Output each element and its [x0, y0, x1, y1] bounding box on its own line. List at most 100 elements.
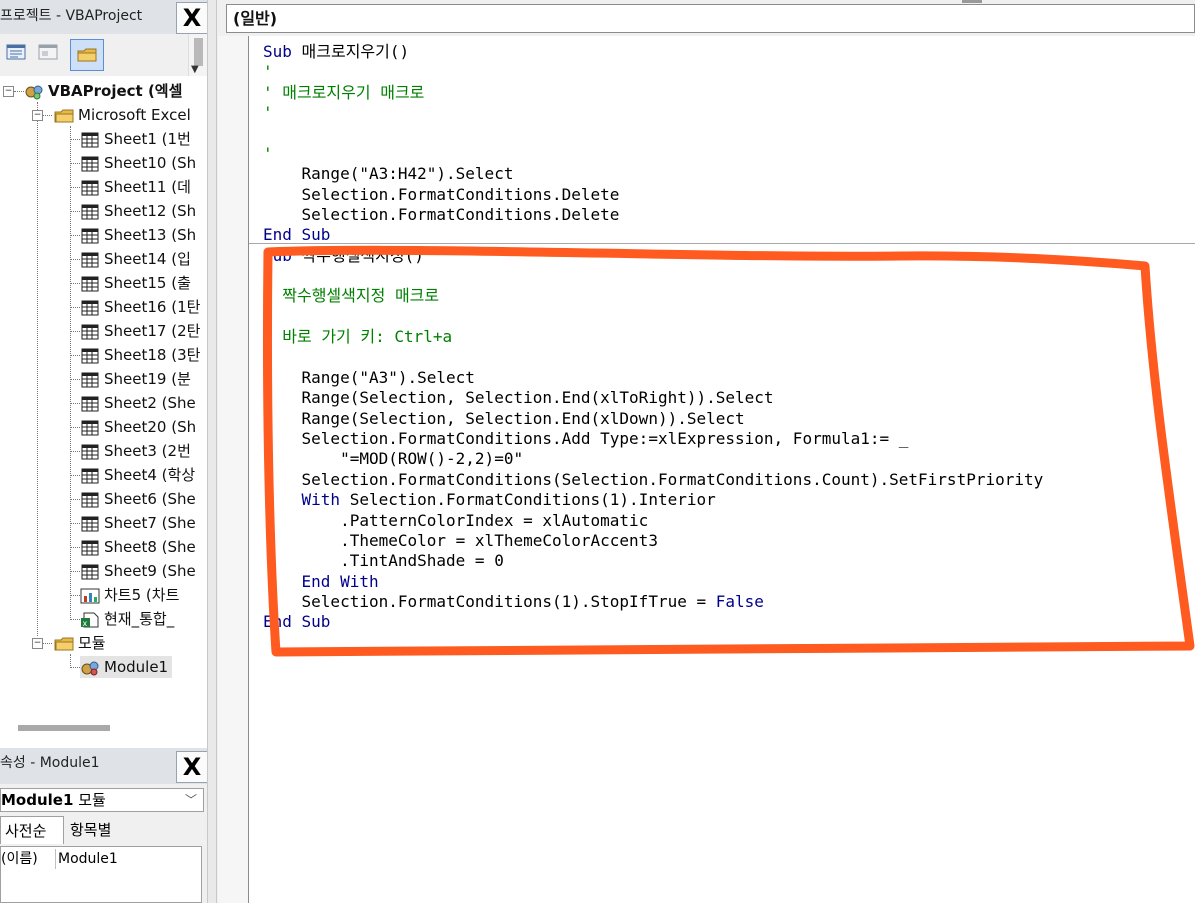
scroll-thumb[interactable] [194, 38, 203, 66]
property-row[interactable]: (이름) Module1 [1, 849, 118, 869]
project-explorer-close-button[interactable]: X [176, 2, 208, 34]
code-line[interactable]: Range(Selection, Selection.End(xlDown)).… [263, 409, 745, 429]
view-object-icon[interactable] [38, 44, 58, 60]
code-line[interactable]: ' [263, 144, 273, 164]
code-line[interactable]: Selection.FormatConditions(1).StopIfTrue… [263, 592, 764, 612]
view-code-icon[interactable] [6, 44, 26, 60]
code-line[interactable]: End Sub [263, 225, 330, 245]
tree-node-sheet[interactable]: Sheet7 (She [80, 512, 196, 534]
tree-node-chart[interactable]: 차트5 (차트 [80, 584, 179, 606]
code-text: Range("A3").Select [263, 368, 475, 387]
code-line[interactable]: Selection.FormatConditions.Delete [263, 185, 620, 205]
worksheet-icon [81, 468, 99, 483]
chevron-down-icon: ﹀ [184, 793, 197, 807]
code-line[interactable]: "=MOD(ROW()-2,2)=0" [263, 449, 523, 469]
tree-node-sheet[interactable]: Sheet4 (학상 [80, 464, 195, 486]
worksheet-icon [81, 396, 99, 411]
tree-guide-line [70, 499, 80, 500]
tree-node-sheet[interactable]: Sheet15 (출 [80, 272, 191, 294]
tree-node-vbaproject[interactable]: VBAProject (엑셀 [24, 80, 182, 102]
tree-node-sheet[interactable]: Sheet1 (1번 [80, 128, 191, 150]
code-text: Range("A3:H42").Select [263, 164, 514, 183]
code-line[interactable]: Selection.FormatConditions.Add Type:=xlE… [263, 429, 909, 449]
code-comment: ' 매크로지우기 매크로 [263, 83, 425, 102]
tree-guide-line [70, 667, 80, 668]
code-line[interactable]: .PatternColorIndex = xlAutomatic [263, 511, 648, 531]
tree-guide-line [70, 654, 71, 668]
code-text: Selection.FormatConditions.Delete [263, 185, 620, 204]
tree-node-sheet[interactable]: Sheet3 (2번 [80, 440, 191, 462]
code-line[interactable]: ' [263, 348, 273, 368]
code-line[interactable]: Range(Selection, Selection.End(xlToRight… [263, 388, 774, 408]
tree-node-module1[interactable]: Module1 [80, 656, 173, 678]
tree-node-sheet[interactable]: Sheet2 (She [80, 392, 196, 414]
object-combo[interactable]: (일반) [226, 4, 1195, 33]
code-line[interactable]: ' [263, 103, 273, 123]
tree-node-modules-folder[interactable]: 모듈 [54, 632, 106, 654]
workbook-icon: x [81, 612, 99, 628]
code-line[interactable]: ' [263, 307, 273, 327]
code-line[interactable]: ' [263, 62, 273, 82]
code-line[interactable]: ' 짝수행셀색지정 매크로 [263, 286, 439, 306]
code-line[interactable]: Sub 매크로지우기() [263, 42, 409, 62]
code-line[interactable]: Range("A3").Select [263, 368, 475, 388]
code-line[interactable]: .TintAndShade = 0 [263, 551, 504, 571]
tree-guide-line [70, 523, 80, 524]
panel-splitter[interactable] [207, 0, 217, 903]
tree-node-label: Sheet7 (She [104, 514, 196, 532]
collapse-modules-icon[interactable]: − [32, 638, 43, 649]
code-margin-indicator-bar[interactable] [218, 36, 248, 903]
tab-alphabetic[interactable]: 사전순 [0, 816, 64, 844]
code-line[interactable]: .ThemeColor = xlThemeColorAccent3 [263, 531, 658, 551]
code-text: Selection.FormatConditions.Delete [263, 205, 620, 224]
code-comment: ' 바로 가기 키: Ctrl+a [263, 327, 453, 346]
code-comment: ' [263, 348, 273, 367]
tree-guide-line [70, 139, 80, 140]
tree-horizontal-scrollbar[interactable] [18, 725, 110, 731]
tree-node-sheet[interactable]: Sheet14 (입 [80, 248, 191, 270]
tree-node-sheet[interactable]: Sheet13 (Sh [80, 224, 196, 246]
scroll-down-arrow-icon[interactable]: ▼ [191, 64, 199, 75]
collapse-objects-icon[interactable]: − [32, 110, 43, 121]
code-line[interactable]: Sub 짝수행셀색지정() [263, 246, 424, 266]
code-line[interactable]: End With [263, 572, 379, 592]
tab-categorized[interactable]: 항목별 [66, 816, 136, 844]
tree-node-sheet[interactable]: Sheet17 (2탄 [80, 320, 200, 342]
tree-node-sheet[interactable]: Sheet20 (Sh [80, 416, 196, 438]
tree-guide-line [37, 102, 38, 636]
code-keyword: End With [263, 572, 379, 591]
properties-close-button[interactable]: X [176, 751, 208, 783]
object-selector-dropdown[interactable]: Module1 모듈 ﹀ [0, 788, 204, 812]
tree-node-sheet[interactable]: Sheet6 (She [80, 488, 196, 510]
tree-node-workbook[interactable]: x 현재_통합_ [80, 608, 174, 630]
tree-node-sheet[interactable]: Sheet16 (1탄 [80, 296, 200, 318]
code-line[interactable]: Selection.FormatConditions.Delete [263, 205, 620, 225]
worksheet-icon [81, 516, 99, 531]
tree-node-sheet[interactable]: Sheet9 (She [80, 560, 196, 582]
code-line[interactable]: Selection.FormatConditions(Selection.For… [263, 470, 1044, 490]
tree-node-sheet[interactable]: Sheet11 (데 [80, 176, 191, 198]
tree-node-sheet[interactable]: Sheet8 (She [80, 536, 196, 558]
tree-node-sheet[interactable]: Sheet19 (분 [80, 368, 191, 390]
toggle-folders-button[interactable] [70, 39, 104, 71]
tree-node-sheet[interactable]: Sheet12 (Sh [80, 200, 196, 222]
tree-guide-line [70, 427, 80, 428]
tree-guide-line [70, 331, 80, 332]
tree-node-sheet[interactable]: Sheet10 (Sh [80, 152, 196, 174]
collapse-root-icon[interactable]: − [3, 86, 14, 97]
code-line[interactable]: ' [263, 266, 273, 286]
project-explorer-scrollbar[interactable]: ▼ [188, 34, 208, 76]
code-keyword: Sub [263, 246, 302, 265]
code-line[interactable]: ' 매크로지우기 매크로 [263, 83, 424, 103]
code-line[interactable]: Range("A3:H42").Select [263, 164, 514, 184]
tree-node-sheet[interactable]: Sheet18 (3탄 [80, 344, 200, 366]
tree-guide-line [70, 163, 80, 164]
code-line[interactable]: ' 바로 가기 키: Ctrl+a [263, 327, 452, 347]
properties-panel: 속성 - Module1 X Module1 모듈 ﹀ 사전순 항목별 (이름)… [0, 748, 208, 903]
code-line[interactable]: End Sub [263, 612, 330, 632]
code-line[interactable]: With Selection.FormatConditions(1).Inter… [263, 490, 716, 510]
tree-node-excel-objects[interactable]: Microsoft Excel [54, 104, 191, 126]
tree-guide-line [70, 595, 80, 596]
code-text: Selection.FormatConditions(Selection.For… [263, 470, 1044, 489]
property-value[interactable]: Module1 [56, 851, 118, 867]
